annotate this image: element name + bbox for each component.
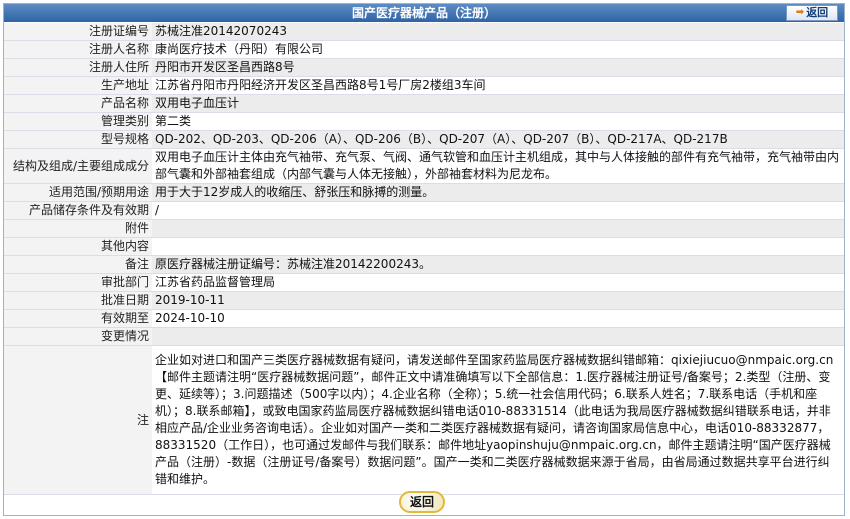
table-row: 批准日期 2019-10-11	[4, 291, 844, 310]
field-value: QD-202、QD-203、QD-206（A）、QD-206（B）、QD-207…	[152, 130, 844, 149]
note-row: 注企业如对进口和国产三类医疗器械数据有疑问，请发送邮件至国家药监局医疗器械数据纠…	[4, 345, 844, 495]
table-row: 型号规格 QD-202、QD-203、QD-206（A）、QD-206（B）、QD…	[4, 130, 844, 149]
field-value: 2024-10-10	[152, 309, 844, 328]
field-label: 注册人名称	[4, 40, 152, 59]
field-value: 2019-10-11	[152, 291, 844, 310]
table-row: 变更情况	[4, 327, 844, 346]
back-button-top-label: 返回	[806, 6, 829, 19]
table-row: 结构及组成/主要组成成分 双用电子血压计主体由充气袖带、充气泵、气阀、通气软管和血…	[4, 148, 844, 184]
back-button-bottom[interactable]: 返回	[399, 491, 445, 513]
arrow-right-icon: ➡	[795, 7, 805, 18]
field-value	[152, 219, 844, 238]
back-button-bottom-label: 返回	[409, 495, 434, 509]
field-label: 其他内容	[4, 237, 152, 256]
field-label: 备注	[4, 255, 152, 274]
table-row: 生产地址 江苏省丹阳市丹阳经济开发区圣昌西路8号1号厂房2楼组3车间	[4, 76, 844, 95]
field-value: 江苏省丹阳市丹阳经济开发区圣昌西路8号1号厂房2楼组3车间	[152, 76, 844, 95]
table-row: 审批部门 江苏省药品监督管理局	[4, 273, 844, 292]
table-row: 产品名称 双用电子血压计	[4, 94, 844, 113]
detail-panel: 国产医疗器械产品（注册） ➡ 返回 注册证编号 苏械注准20142070243 注册…	[3, 3, 845, 516]
field-value	[152, 327, 844, 346]
table-row: 有效期至 2024-10-10	[4, 309, 844, 328]
field-label: 结构及组成/主要组成成分	[4, 148, 152, 184]
field-label: 批准日期	[4, 291, 152, 310]
table-row: 注册人名称 康尚医疗技术（丹阳）有限公司	[4, 40, 844, 59]
field-value: 原医疗器械注册证编号：苏械注准20142200243。	[152, 255, 844, 274]
field-value: 用于大于12岁成人的收缩压、舒张压和脉搏的测量。	[152, 183, 844, 202]
field-label: 产品名称	[4, 94, 152, 113]
field-label: 产品储存条件及有效期	[4, 201, 152, 220]
table-row: 管理类别 第二类	[4, 112, 844, 131]
product-info-table: 注册证编号 苏械注准20142070243 注册人名称 康尚医疗技术（丹阳）有限公司注…	[4, 23, 844, 495]
table-row: 注册证编号 苏械注准20142070243	[4, 23, 844, 41]
field-label: 注册证编号	[4, 23, 152, 41]
field-label: 注册人住所	[4, 58, 152, 77]
field-value: 康尚医疗技术（丹阳）有限公司	[152, 40, 844, 59]
field-label: 变更情况	[4, 327, 152, 346]
field-value: 苏械注准20142070243	[152, 23, 844, 41]
field-label: 适用范围/预期用途	[4, 183, 152, 202]
table-row: 备注 原医疗器械注册证编号：苏械注准20142200243。	[4, 255, 844, 274]
note-label: 注	[4, 345, 152, 495]
field-value: 第二类	[152, 112, 844, 131]
field-value: 江苏省药品监督管理局	[152, 273, 844, 292]
field-label: 管理类别	[4, 112, 152, 131]
field-label: 有效期至	[4, 309, 152, 328]
field-value: 双用电子血压计	[152, 94, 844, 113]
field-label: 型号规格	[4, 130, 152, 149]
field-value: 丹阳市开发区圣昌西路8号	[152, 58, 844, 77]
field-label: 附件	[4, 219, 152, 238]
table-row: 注册人住所 丹阳市开发区圣昌西路8号	[4, 58, 844, 77]
back-button-top[interactable]: ➡ 返回	[786, 5, 838, 21]
field-value	[152, 237, 844, 256]
field-value: 双用电子血压计主体由充气袖带、充气泵、气阀、通气软管和血压计主机组成，其中与人体…	[152, 148, 844, 184]
field-label: 生产地址	[4, 76, 152, 95]
field-label: 审批部门	[4, 273, 152, 292]
title-bar: 国产医疗器械产品（注册） ➡ 返回	[4, 4, 844, 22]
table-row: 附件	[4, 219, 844, 238]
table-row: 其他内容	[4, 237, 844, 256]
note-text: 企业如对进口和国产三类医疗器械数据有疑问，请发送邮件至国家药监局医疗器械数据纠错…	[152, 345, 844, 495]
page-title: 国产医疗器械产品（注册）	[351, 6, 496, 20]
table-row: 适用范围/预期用途 用于大于12岁成人的收缩压、舒张压和脉搏的测量。	[4, 183, 844, 202]
field-value: /	[152, 201, 844, 220]
table-row: 产品储存条件及有效期 /	[4, 201, 844, 220]
